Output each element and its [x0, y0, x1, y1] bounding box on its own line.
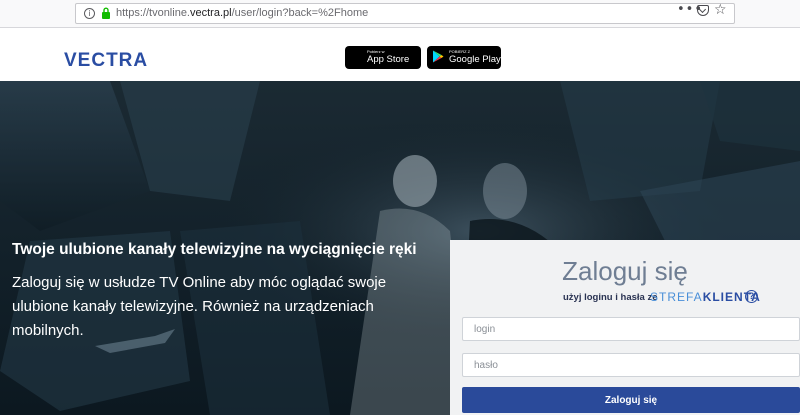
- strefa-label: STREFA: [650, 290, 703, 304]
- login-title: Zaloguj się: [562, 256, 688, 286]
- url-text[interactable]: https://tvonline.vectra.pl/user/login?ba…: [116, 7, 368, 19]
- browser-toolbar: i https://tvonline.vectra.pl/user/login?…: [0, 0, 800, 28]
- hero-tagline: Twoje ulubione kanały telewizyjne na wyc…: [12, 241, 417, 258]
- address-bar[interactable]: i https://tvonline.vectra.pl/user/login?…: [75, 3, 735, 24]
- vectra-logo[interactable]: VECTRA: [64, 50, 148, 72]
- login-subtitle: użyj loginu i hasła ze: [563, 292, 658, 303]
- lock-icon: [102, 7, 110, 19]
- google-play-button[interactable]: POBIERZ Z Google Play: [427, 46, 501, 69]
- app-store-button[interactable]: Pobierz w App Store: [345, 46, 421, 69]
- password-input[interactable]: [462, 353, 800, 377]
- login-panel: Zaloguj się użyj loginu i hasła ze STREF…: [450, 240, 800, 415]
- help-icon[interactable]: ?: [745, 290, 758, 303]
- google-play-label: Google Play: [449, 54, 501, 66]
- login-button[interactable]: Zaloguj się: [462, 387, 800, 413]
- info-icon[interactable]: i: [84, 8, 95, 19]
- site-header: VECTRA Pobierz w App Store POBIERZ Z Goo…: [0, 38, 800, 81]
- bookmark-star-icon[interactable]: ☆: [714, 2, 727, 18]
- login-input[interactable]: [462, 317, 800, 341]
- hero-description: Zaloguj się w usłudze TV Online aby móc …: [12, 274, 387, 339]
- app-store-label: App Store: [367, 54, 410, 66]
- google-play-icon: [427, 50, 449, 66]
